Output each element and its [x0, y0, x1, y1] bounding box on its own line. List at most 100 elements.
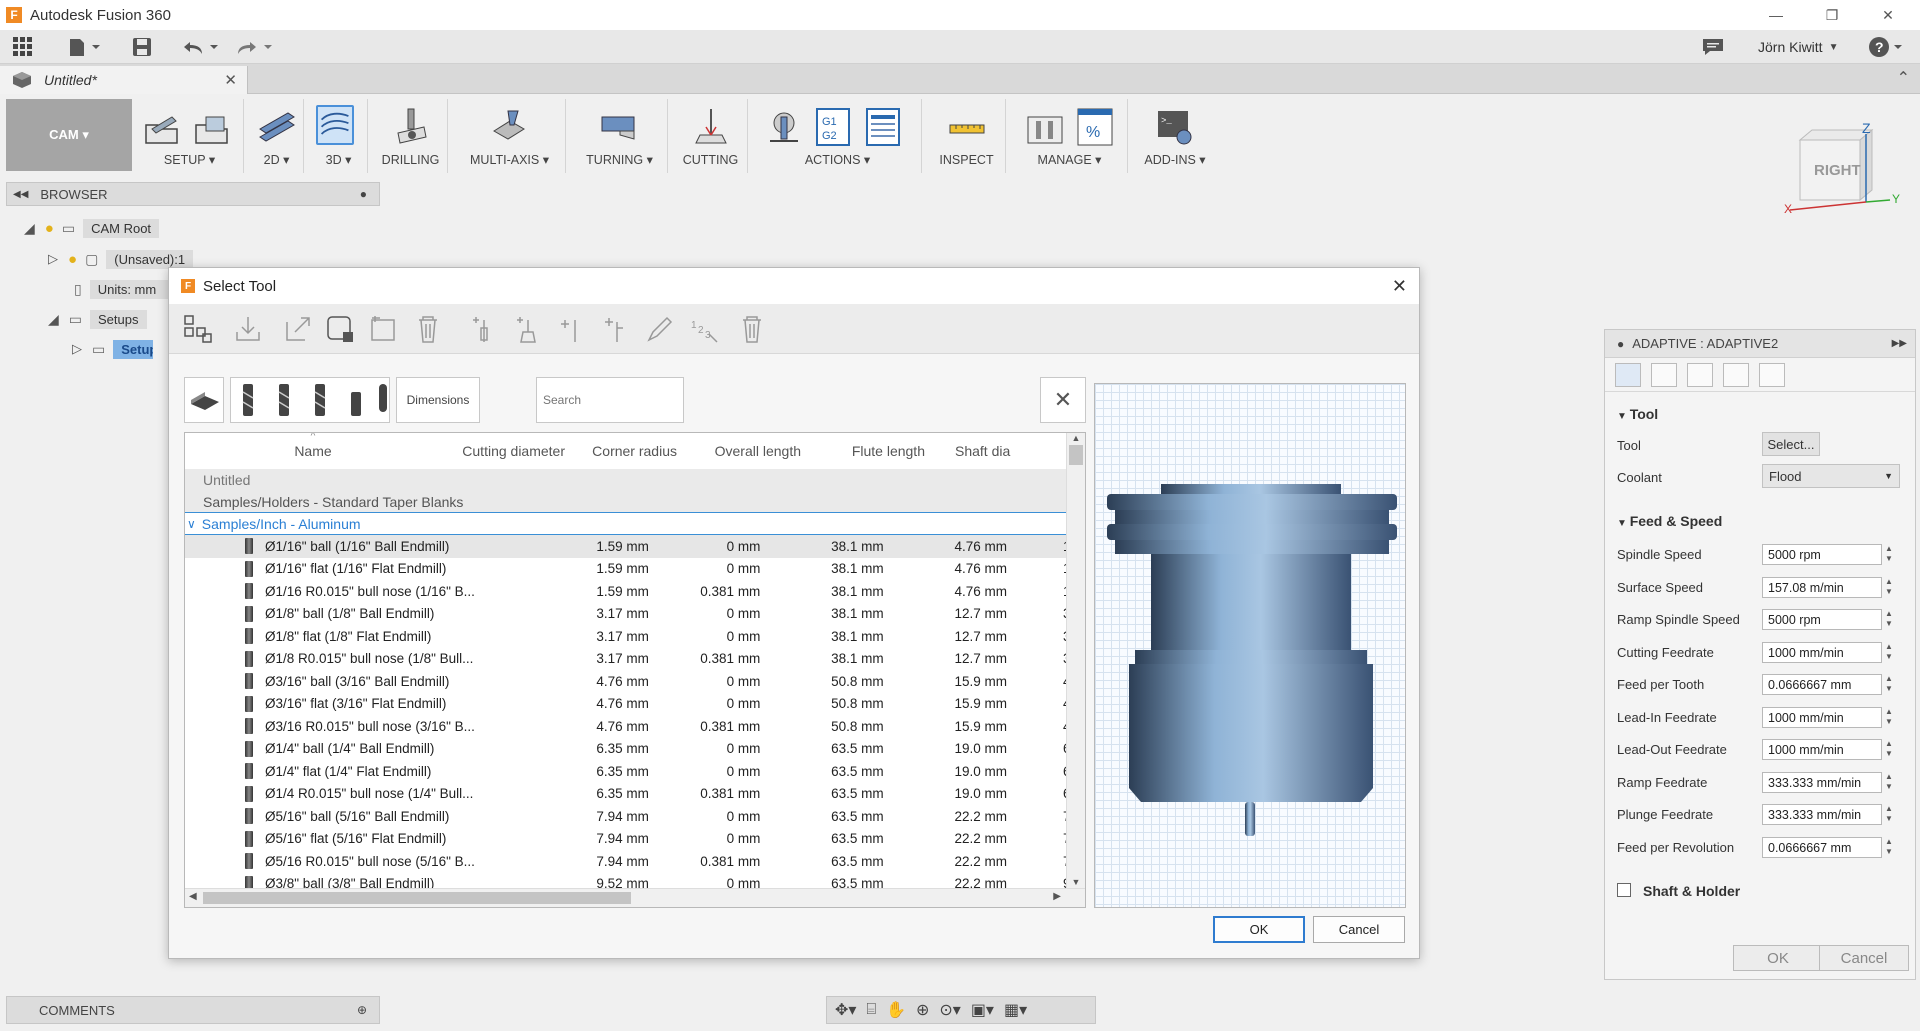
- toggle-library-tree-icon[interactable]: [183, 314, 213, 344]
- section-feed-speed[interactable]: ▼ Feed & Speed: [1617, 513, 1722, 529]
- collapse-triangle-icon[interactable]: ◢: [48, 311, 59, 328]
- workspace-switcher[interactable]: CAM ▾: [6, 99, 132, 171]
- column-header-shaft-diameter[interactable]: Shaft dia: [925, 433, 1067, 469]
- table-horizontal-scrollbar[interactable]: ◀ ▶: [185, 888, 1085, 907]
- feed-per-tooth-input[interactable]: 0.0666667 mm: [1762, 674, 1882, 695]
- table-row[interactable]: Ø1/16" ball (1/16" Ball Endmill) 1.59 mm 0…: [185, 535, 1067, 558]
- column-header-corner-radius[interactable]: Corner radius: [565, 433, 677, 469]
- tab-tool-icon[interactable]: [1615, 362, 1641, 387]
- ribbon-group-cutting[interactable]: CUTTING: [674, 99, 748, 173]
- fit-icon[interactable]: ⊙▾: [939, 1000, 960, 1020]
- clear-filters-button[interactable]: ✕: [1040, 377, 1086, 423]
- data-panel-grid-icon[interactable]: [12, 35, 34, 59]
- document-tab[interactable]: Untitled* ✕: [0, 66, 248, 94]
- ribbon-group-inspect[interactable]: INSPECT: [928, 99, 1006, 173]
- table-row[interactable]: Ø1/8 R0.015" bull nose (1/8" Bull... 3.17…: [185, 648, 1067, 671]
- scroll-thumb[interactable]: [1069, 445, 1083, 465]
- browser-panel-header[interactable]: ◀◀ BROWSER ●: [6, 182, 380, 206]
- undo-icon[interactable]: [182, 35, 222, 59]
- ramp-spindle-speed-input[interactable]: 5000 rpm: [1762, 609, 1882, 630]
- orbit-icon[interactable]: ✥▾: [835, 1000, 856, 1020]
- table-vertical-scrollbar[interactable]: ▲ ▼: [1066, 433, 1085, 889]
- ribbon-group-actions[interactable]: G1 G2 ACTIONS ▾: [754, 99, 922, 173]
- table-row[interactable]: Ø1/16 R0.015" bull nose (1/16" B... 1.59 …: [185, 580, 1067, 603]
- tab-geometry-icon[interactable]: [1651, 362, 1677, 387]
- scroll-down-icon[interactable]: ▼: [1067, 877, 1085, 887]
- new-folder-icon[interactable]: [369, 314, 399, 344]
- table-row[interactable]: Ø1/4 R0.015" bull nose (1/4" Bull... 6.35…: [185, 783, 1067, 806]
- ribbon-group-turning[interactable]: TURNING ▾: [572, 99, 668, 173]
- column-header-name[interactable]: ^ Name: [185, 433, 441, 469]
- column-header-cutting-diameter[interactable]: Cutting diameter: [441, 433, 565, 469]
- tree-item-cam-root[interactable]: ◢ ● ▭ CAM Root: [24, 217, 160, 239]
- surface-speed-input[interactable]: 157.08 m/min: [1762, 577, 1882, 598]
- minimize-icon[interactable]: —: [1748, 0, 1804, 30]
- operation-cancel-button[interactable]: Cancel: [1819, 945, 1909, 971]
- scroll-left-icon[interactable]: ◀: [189, 891, 197, 902]
- dialog-title-bar[interactable]: F Select Tool ✕: [169, 268, 1419, 304]
- display-settings-icon[interactable]: ▣▾: [971, 1000, 994, 1020]
- column-header-overall-length[interactable]: Overall length: [677, 433, 801, 469]
- ribbon-group-3d[interactable]: 3D ▾: [310, 99, 368, 173]
- new-turning-tool-icon[interactable]: [557, 314, 587, 344]
- spinner-icon[interactable]: ▲ ▼: [1885, 837, 1895, 858]
- new-holder-icon[interactable]: [513, 314, 543, 344]
- file-menu-icon[interactable]: [68, 35, 102, 59]
- spindle-speed-input[interactable]: 5000 rpm: [1762, 544, 1882, 565]
- tool-search-input[interactable]: [536, 377, 684, 423]
- tab-passes-icon[interactable]: [1723, 362, 1749, 387]
- table-row[interactable]: Ø1/4" flat (1/4" Flat Endmill) 6.35 mm 0 m…: [185, 760, 1067, 783]
- coolant-select[interactable]: Flood ▼: [1762, 464, 1900, 488]
- tool-type-filter-icons[interactable]: [231, 378, 391, 422]
- close-window-icon[interactable]: ✕: [1860, 0, 1916, 30]
- tree-item-units[interactable]: ▯ Units: mm: [74, 278, 178, 300]
- select-tool-button[interactable]: Select...: [1762, 432, 1820, 456]
- ramp-feedrate-input[interactable]: 333.333 mm/min: [1762, 772, 1882, 793]
- spinner-icon[interactable]: ▲ ▼: [1885, 707, 1895, 728]
- new-mill-tool-icon[interactable]: [469, 314, 499, 344]
- collapse-triangle-icon[interactable]: ◢: [24, 220, 35, 237]
- expand-triangle-icon[interactable]: ▷: [48, 251, 58, 267]
- feed-per-revolution-input[interactable]: 0.0666667 mm: [1762, 837, 1882, 858]
- ribbon-group-setup[interactable]: SETUP ▾: [136, 99, 244, 173]
- holder-filter-button[interactable]: [184, 377, 224, 423]
- browser-minimize-icon[interactable]: ●: [360, 187, 367, 201]
- table-row[interactable]: Ø5/16 R0.015" bull nose (5/16" B... 7.94 …: [185, 850, 1067, 873]
- close-tab-icon[interactable]: ✕: [224, 71, 237, 89]
- spinner-icon[interactable]: ▲ ▼: [1885, 609, 1895, 630]
- scroll-thumb[interactable]: [203, 892, 631, 904]
- pan-icon[interactable]: ✋: [886, 1000, 906, 1020]
- spinner-icon[interactable]: ▲ ▼: [1885, 739, 1895, 760]
- help-icon[interactable]: ?: [1868, 35, 1908, 59]
- dimensions-filter-button[interactable]: Dimensions: [396, 377, 480, 423]
- lead-in-feedrate-input[interactable]: 1000 mm/min: [1762, 707, 1882, 728]
- tree-item-setups[interactable]: ◢ ▭ Setups: [48, 308, 147, 330]
- ribbon-group-2d[interactable]: 2D ▾: [250, 99, 304, 173]
- delete-tool-icon[interactable]: [737, 314, 767, 344]
- table-row[interactable]: Ø1/8" flat (1/8" Flat Endmill) 3.17 mm 0 m…: [185, 625, 1067, 648]
- ribbon-group-drilling[interactable]: DRILLING: [374, 99, 448, 173]
- library-group-inch-aluminum[interactable]: ∨ Samples/Inch - Aluminum: [185, 513, 1067, 535]
- operation-ok-button[interactable]: OK: [1733, 945, 1823, 971]
- renumber-tools-icon[interactable]: 123: [689, 314, 719, 344]
- new-probe-icon[interactable]: [601, 314, 631, 344]
- add-comment-icon[interactable]: ⊕: [357, 1003, 367, 1017]
- dialog-cancel-button[interactable]: Cancel: [1313, 916, 1405, 943]
- expand-triangle-icon[interactable]: ▷: [72, 341, 82, 357]
- ribbon-group-multiaxis[interactable]: MULTI-AXIS ▾: [454, 99, 566, 173]
- user-menu[interactable]: Jörn Kiwitt ▼: [1758, 35, 1838, 59]
- redo-icon[interactable]: [236, 35, 276, 59]
- collapse-browser-icon[interactable]: ◀◀: [13, 189, 28, 200]
- tab-linking-icon[interactable]: [1759, 362, 1785, 387]
- table-row[interactable]: Ø1/8" ball (1/8" Ball Endmill) 3.17 mm 0 m…: [185, 603, 1067, 626]
- cutting-feedrate-input[interactable]: 1000 mm/min: [1762, 642, 1882, 663]
- section-tool[interactable]: ▼ Tool: [1617, 406, 1658, 422]
- lead-out-feedrate-input[interactable]: 1000 mm/min: [1762, 739, 1882, 760]
- save-icon[interactable]: [132, 35, 152, 59]
- ribbon-group-addins[interactable]: >_ ADD-INS ▾: [1134, 99, 1216, 173]
- table-row[interactable]: Ø3/16" flat (3/16" Flat Endmill) 4.76 mm 0…: [185, 693, 1067, 716]
- visibility-bulb-icon[interactable]: ●: [45, 220, 54, 237]
- dialog-close-icon[interactable]: ✕: [1392, 276, 1407, 297]
- scroll-up-icon[interactable]: ▲: [1067, 433, 1085, 443]
- table-row[interactable]: Ø3/16 R0.015" bull nose (3/16" B... 4.76 …: [185, 715, 1067, 738]
